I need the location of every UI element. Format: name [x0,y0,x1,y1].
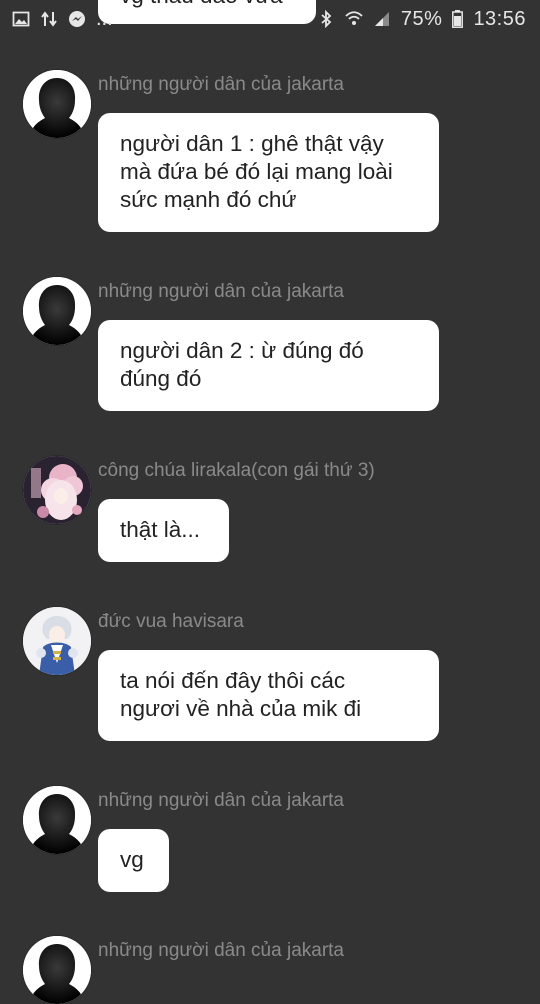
message-bubble[interactable]: người dân 1 : ghê thật vậy mà đứa bé đó … [98,113,439,232]
signal-icon [373,10,391,28]
message-text: vg [120,847,144,872]
message-text: thật là... [120,517,201,542]
battery-icon [452,10,464,28]
sender-name: những người dân của jakarta [98,790,344,811]
anime-girl-avatar [23,456,91,524]
more-notifications: ... [96,8,113,30]
avatar[interactable] [23,277,91,345]
message-bubble[interactable]: thật là... [98,499,229,562]
wifi-icon [345,10,363,28]
message-text: sức mạnh đó chứ [120,187,297,212]
silhouette-icon [23,70,91,138]
sender-name: đức vua havisara [98,611,244,632]
avatar[interactable] [23,786,91,854]
sender-name: những người dân của jakarta [98,940,344,961]
message-text: người dân 1 : ghê thật vậy [120,131,384,156]
message-bubble[interactable]: người dân 2 : ừ đúng đó đúng đó [98,320,439,411]
message-text: ta nói đến đây thôi các [120,668,346,693]
sender-name: những người dân của jakarta [98,74,344,95]
message-bubble[interactable]: ta nói đến đây thôi các ngươi về nhà của… [98,650,439,741]
messenger-icon [68,10,86,28]
avatar[interactable] [23,456,91,524]
message-text: đúng đó [120,366,202,391]
clock: 13:56 [473,8,526,30]
chat-area[interactable]: vg thấu đáo vừa những người dân của jaka… [0,0,540,1004]
battery-percent: 75% [400,8,443,30]
message-text: mà đứa bé đó lại mang loài [120,159,393,184]
silhouette-icon [23,277,91,345]
status-bar-left: ... [12,8,113,30]
avatar[interactable] [23,936,91,1004]
avatar[interactable] [23,70,91,138]
image-icon [12,10,30,28]
silhouette-icon [23,936,91,1004]
avatar[interactable] [23,607,91,675]
message-bubble[interactable]: vg [98,829,169,892]
sender-name: công chúa lirakala(con gái thứ 3) [98,460,375,481]
bluetooth-icon [317,9,335,29]
anime-king-avatar [23,607,91,675]
message-text: ngươi về nhà của mik đi [120,696,362,721]
silhouette-icon [23,786,91,854]
status-bar: ... 75% 13:56 [0,0,540,38]
data-transfer-icon [40,10,58,28]
sender-name: những người dân của jakarta [98,281,344,302]
message-text: người dân 2 : ừ đúng đó [120,338,364,363]
status-bar-right: 75% 13:56 [317,8,526,30]
